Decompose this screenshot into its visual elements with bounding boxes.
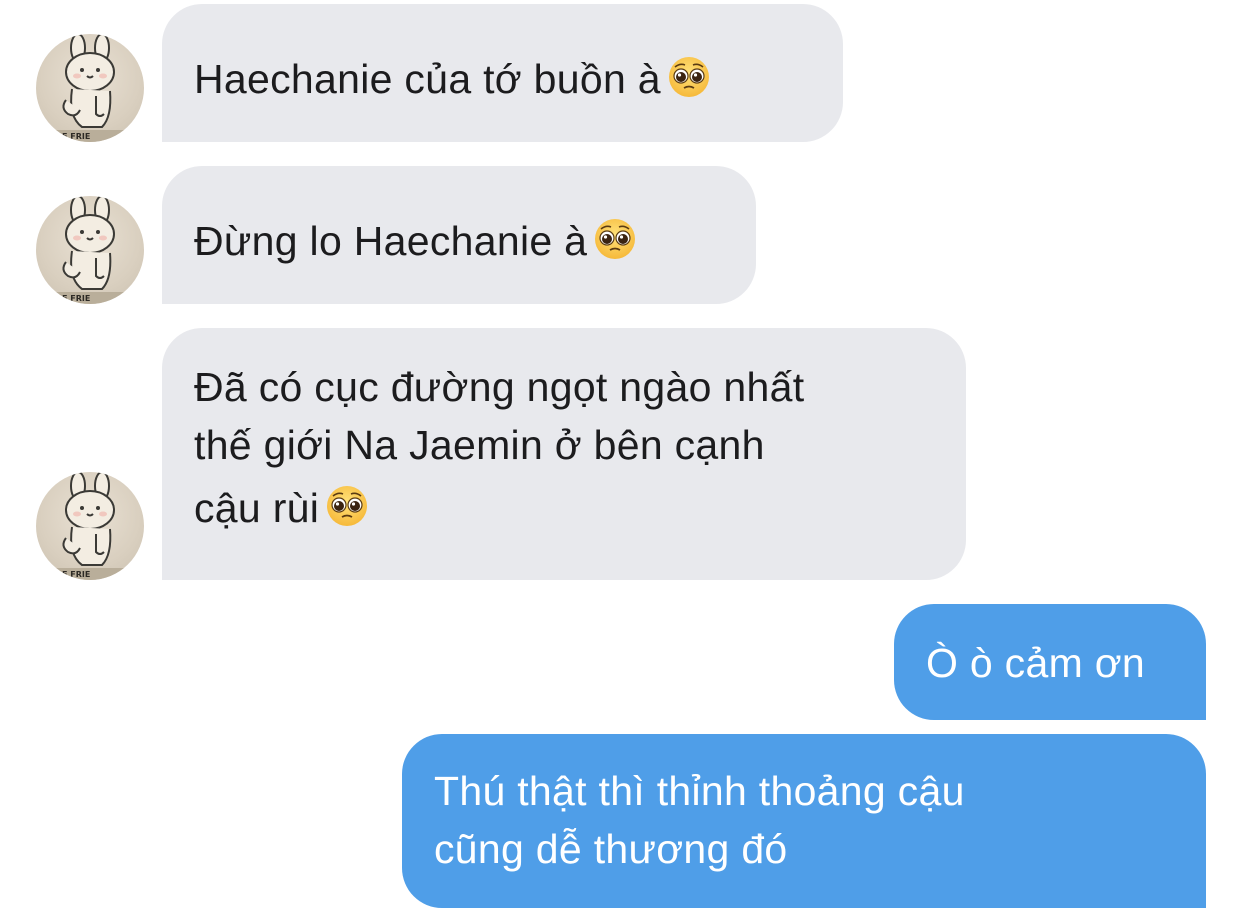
pleading-face-emoji-icon	[593, 217, 637, 261]
incoming-message-3[interactable]: Đã có cục đường ngọt ngào nhất thế giới …	[162, 328, 966, 580]
message-text-line-3: cậu rùi	[194, 485, 320, 531]
bunny-avatar-icon[interactable]: E FRIE	[36, 472, 144, 580]
pleading-face-emoji-icon	[325, 484, 369, 528]
message-text-line-1: Đã có cục đường ngọt ngào nhất	[194, 364, 805, 410]
outgoing-message-2[interactable]: Thú thật thì thỉnh thoảng cậu cũng dễ th…	[402, 734, 1206, 908]
message-text: Haechanie của tớ buồn à	[194, 56, 661, 102]
svg-text:E FRIE: E FRIE	[62, 294, 90, 303]
message-text: Đừng lo Haechanie à	[194, 218, 588, 264]
incoming-message-2[interactable]: Đừng lo Haechanie à	[162, 166, 756, 304]
pleading-face-emoji-icon	[667, 55, 711, 99]
message-text: Ò ò cảm ơn	[926, 640, 1146, 686]
svg-text:E FRIE: E FRIE	[62, 132, 90, 141]
incoming-message-1[interactable]: Haechanie của tớ buồn à	[162, 4, 843, 142]
svg-text:E FRIE: E FRIE	[62, 570, 90, 579]
message-text-line-1: Thú thật thì thỉnh thoảng cậu	[434, 768, 965, 814]
bunny-avatar-icon[interactable]: E FRIE	[36, 34, 144, 142]
message-text-line-2: thế giới Na Jaemin ở bên cạnh	[194, 422, 765, 468]
outgoing-message-1[interactable]: Ò ò cảm ơn	[894, 604, 1206, 720]
message-text-line-2: cũng dễ thương đó	[434, 826, 788, 872]
bunny-avatar-icon[interactable]: E FRIE	[36, 196, 144, 304]
